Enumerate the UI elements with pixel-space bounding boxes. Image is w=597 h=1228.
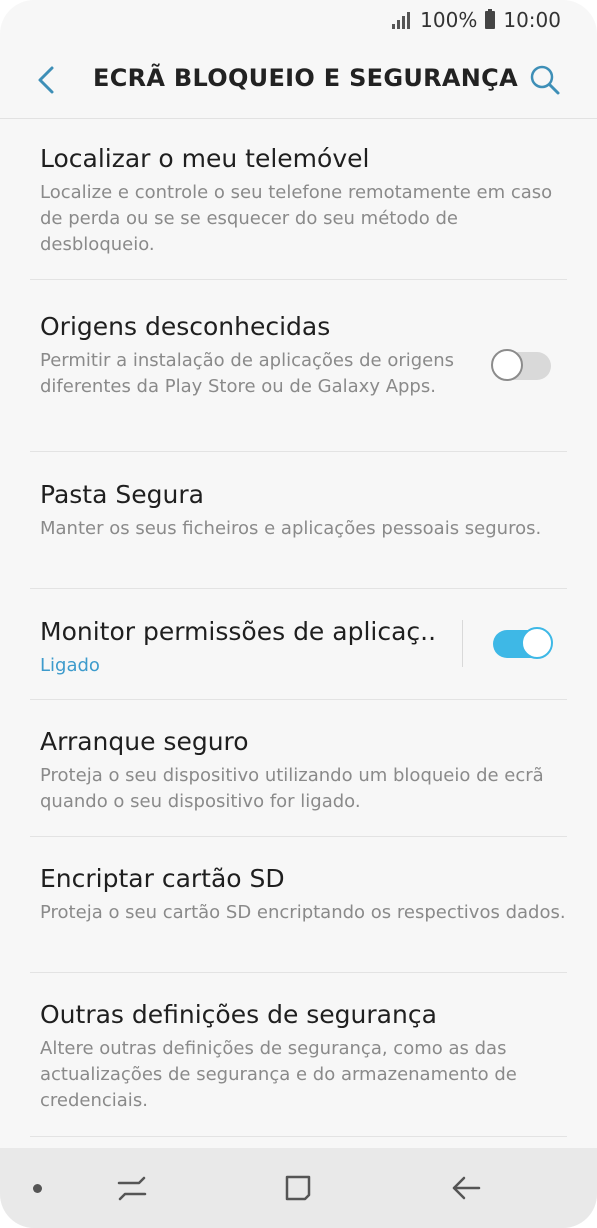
divider: [30, 588, 567, 589]
setting-title: Encriptar cartão SD: [40, 864, 285, 893]
setting-title: Localizar o meu telemóvel: [40, 144, 370, 173]
setting-summary: Permitir a instalação de aplicações de o…: [40, 350, 455, 397]
setting-summary: Proteja o seu dispositivo utilizando um …: [40, 765, 544, 812]
recent-apps-icon: [117, 1176, 147, 1201]
setting-other-security-settings[interactable]: Outras definições de segurança Altere ou…: [40, 998, 567, 1114]
home-icon: [285, 1175, 311, 1201]
battery-icon: [485, 9, 496, 29]
setting-title: Outras definições de segurança: [40, 1000, 437, 1029]
signal-icon: [392, 11, 411, 29]
setting-title: Monitor permissões de aplicaç..: [40, 617, 437, 646]
app-permission-monitor-toggle[interactable]: [493, 627, 553, 659]
divider: [30, 1136, 567, 1137]
back-nav-button[interactable]: [444, 1166, 488, 1210]
setting-app-permission-monitor[interactable]: Monitor permissões de aplicaç.. Ligado: [40, 615, 457, 679]
divider: [30, 972, 567, 973]
vertical-separator: [462, 620, 463, 667]
status-bar: 100% 10:00: [0, 0, 597, 40]
divider: [30, 699, 567, 700]
arrow-left-icon: [38, 66, 54, 94]
toggle-knob: [491, 349, 523, 381]
navigation-bar: [0, 1148, 597, 1228]
setting-secure-startup[interactable]: Arranque seguro Proteja o seu dispositiv…: [40, 725, 567, 815]
nav-hint-dot: [33, 1184, 42, 1193]
setting-encrypt-sd-card[interactable]: Encriptar cartão SD Proteja o seu cartão…: [40, 862, 567, 926]
divider: [30, 279, 567, 280]
search-icon: [530, 65, 560, 95]
setting-summary: Manter os seus ficheiros e aplicações pe…: [40, 518, 542, 539]
recent-apps-button[interactable]: [110, 1166, 154, 1210]
setting-status: Ligado: [40, 655, 100, 676]
search-button[interactable]: [527, 62, 563, 98]
page-title: ECRÃ BLOQUEIO E SEGURANÇA: [93, 64, 518, 92]
setting-unknown-sources[interactable]: Origens desconhecidas Permitir a instala…: [40, 310, 487, 400]
setting-title: Arranque seguro: [40, 727, 249, 756]
divider: [30, 836, 567, 837]
setting-summary: Localize e controle o seu telefone remot…: [40, 182, 553, 255]
setting-title: Pasta Segura: [40, 480, 204, 509]
clock: 10:00: [503, 8, 561, 32]
divider: [30, 451, 567, 452]
setting-summary: Proteja o seu cartão SD encriptando os r…: [40, 902, 566, 923]
setting-summary: Altere outras definições de segurança, c…: [40, 1038, 517, 1111]
unknown-sources-toggle[interactable]: [491, 349, 551, 381]
setting-secure-folder[interactable]: Pasta Segura Manter os seus ficheiros e …: [40, 478, 567, 542]
home-button[interactable]: [276, 1166, 320, 1210]
back-button[interactable]: [30, 60, 62, 100]
phone-screen: 100% 10:00 ECRÃ BLOQUEIO E SEGURANÇA Loc…: [0, 0, 597, 1228]
app-bar: ECRÃ BLOQUEIO E SEGURANÇA: [0, 40, 597, 119]
setting-title: Origens desconhecidas: [40, 312, 331, 341]
setting-find-my-mobile[interactable]: Localizar o meu telemóvel Localize e con…: [40, 142, 567, 258]
back-arrow-icon: [452, 1176, 481, 1200]
status-indicators: 100% 10:00: [392, 6, 561, 34]
toggle-knob: [521, 627, 553, 659]
battery-percentage: 100%: [420, 8, 478, 32]
